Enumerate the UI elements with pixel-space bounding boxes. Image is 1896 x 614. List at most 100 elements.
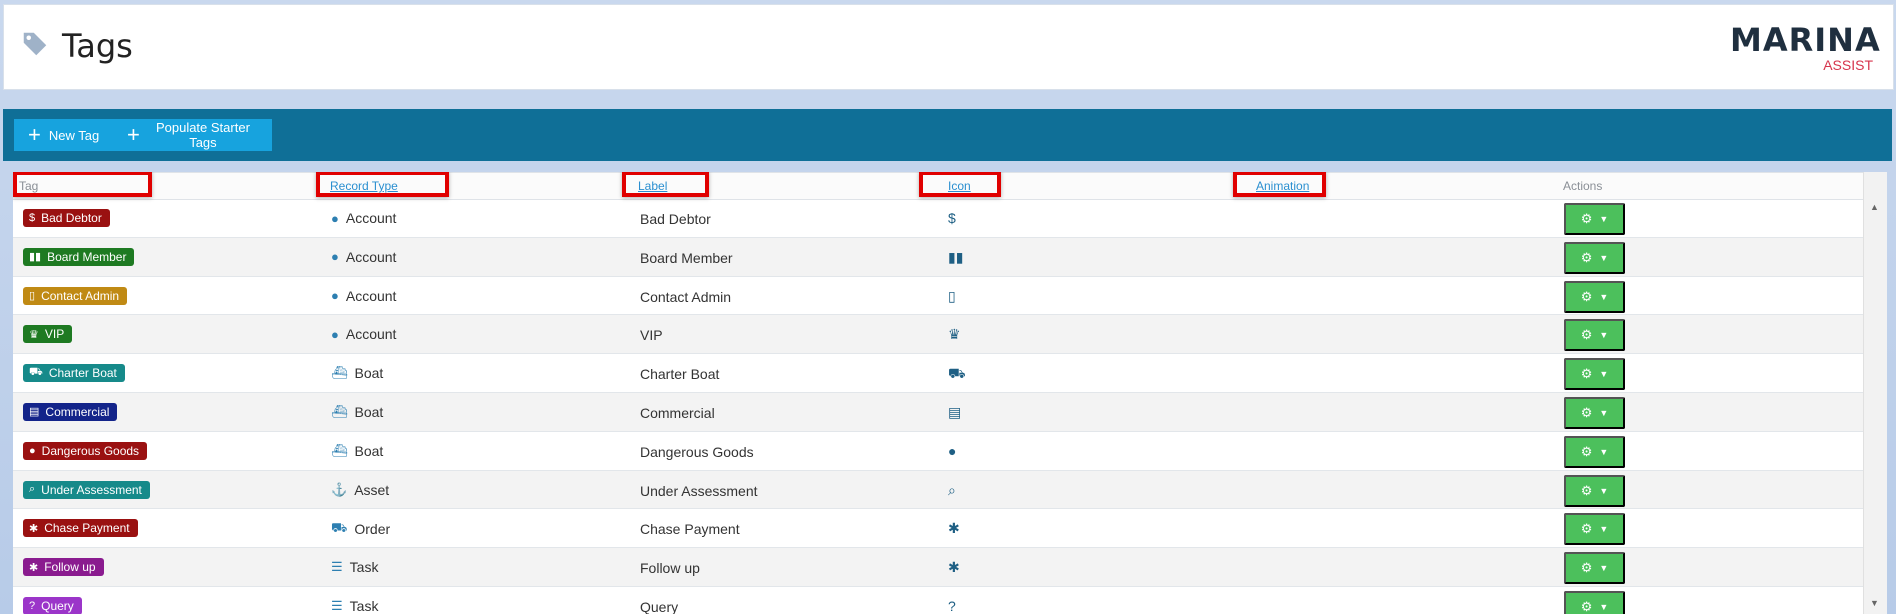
row-actions-button[interactable]: ⚙ ▼	[1564, 396, 1625, 429]
row-actions-button[interactable]: ⚙ ▼	[1564, 203, 1625, 235]
tag-badge: ✱ Chase Payment	[23, 519, 138, 538]
tag-badge-label: Query	[41, 598, 74, 613]
magnifier-icon: ⌕	[29, 483, 36, 496]
new-tag-button[interactable]: + New Tag	[14, 119, 114, 151]
label-cell: Commercial	[640, 404, 715, 421]
tag-badge: ▮▮ Board Member	[23, 247, 135, 266]
caret-down-icon: ▼	[1599, 563, 1609, 574]
toolbar: + New Tag + Populate Starter Tags	[3, 109, 1892, 161]
record-type-label: Account	[345, 210, 397, 226]
row-actions-button[interactable]: ⚙ ▼	[1564, 474, 1625, 507]
tag-badge: ▯ Contact Admin	[23, 286, 128, 305]
plus-icon: +	[127, 122, 140, 147]
record-type-label: Asset	[354, 481, 390, 498]
label-cell: Follow up	[640, 560, 700, 577]
record-type-cell: ● Account	[331, 288, 396, 304]
label-cell: Chase Payment	[640, 521, 740, 538]
tag-badge-label: Commercial	[45, 404, 110, 419]
warehouse-icon: ▤	[29, 406, 40, 419]
logo-main-text: MARINA	[1730, 21, 1881, 59]
running-icon: ✱	[29, 561, 39, 574]
record-type-cell: ● Account	[331, 326, 396, 342]
bomb-icon: ●	[29, 444, 36, 457]
gears-icon: ⚙	[1580, 560, 1593, 576]
record-type-label: Boat	[354, 442, 384, 459]
record-type-cell: ⛴ Boat	[331, 365, 383, 381]
crown-icon: ♛	[29, 328, 39, 341]
caret-down-icon: ▼	[1599, 407, 1609, 418]
record-type-cell: ☰ Task	[331, 559, 378, 575]
caret-down-icon: ▼	[1599, 601, 1609, 612]
row-actions-button[interactable]: ⚙ ▼	[1564, 590, 1625, 614]
tag-badge: ● Dangerous Goods	[23, 441, 148, 460]
page-header: Tags MARINA ASSIST	[3, 4, 1894, 90]
label-cell: Query	[640, 598, 679, 614]
record-type-label: Account	[345, 287, 397, 304]
tag-badge-label: Chase Payment	[44, 521, 130, 536]
highlight-box-label	[622, 172, 709, 197]
row-actions-button[interactable]: ⚙ ▼	[1564, 513, 1625, 546]
label-cell: VIP	[640, 327, 663, 344]
question-circle-icon: ?	[29, 599, 36, 612]
scroll-down-icon[interactable]: ▼	[1870, 598, 1879, 608]
caret-down-icon: ▼	[1599, 446, 1609, 457]
highlight-box-icon	[919, 172, 1001, 197]
gears-icon: ⚙	[1580, 288, 1593, 304]
table-row: ▤ Commercial ⛴ Boat Commercial ▤ ⚙ ▼	[13, 392, 1863, 432]
populate-label: Populate Starter Tags	[155, 120, 250, 150]
tag-badge-label: Under Assessment	[41, 482, 142, 497]
column-header-actions: Actions	[1563, 179, 1603, 193]
tag-badge: ⌕ Under Assessment	[23, 480, 150, 499]
label-cell: Board Member	[640, 249, 733, 266]
gears-icon: ⚙	[1580, 327, 1593, 343]
tag-badge-label: Contact Admin	[41, 288, 120, 303]
record-type-label: Boat	[354, 403, 384, 420]
caret-down-icon: ▼	[1599, 291, 1609, 302]
question-circle-icon: ?	[948, 597, 956, 614]
gears-icon: ⚙	[1580, 404, 1593, 420]
user-icon: ●	[331, 326, 339, 342]
record-type-label: Task	[349, 597, 379, 614]
row-actions-button[interactable]: ⚙ ▼	[1564, 280, 1625, 313]
row-actions-button[interactable]: ⚙ ▼	[1564, 552, 1625, 585]
vertical-scrollbar[interactable]: ▲ ▼	[1863, 172, 1887, 614]
phone-icon: ▯	[948, 287, 956, 304]
tag-badge-label: Follow up	[44, 560, 96, 575]
row-actions-button[interactable]: ⚙ ▼	[1564, 241, 1625, 274]
record-type-cell: ⚓ Asset	[331, 482, 389, 498]
row-actions-button[interactable]: ⚙ ▼	[1564, 319, 1625, 352]
tag-badge: ✱ Follow up	[23, 558, 104, 577]
hand-dollar-icon: $	[29, 212, 36, 224]
table-row: $ Bad Debtor ● Account Bad Debtor $ ⚙ ▼	[13, 199, 1863, 238]
record-type-label: Order	[354, 521, 391, 538]
page-title: Tags	[62, 27, 133, 65]
tag-badge: ? Query	[23, 596, 82, 614]
caret-down-icon: ▼	[1599, 252, 1609, 263]
cart-icon: ⛟	[331, 520, 348, 536]
gears-icon: ⚙	[1580, 598, 1593, 614]
gears-icon: ⚙	[1580, 249, 1593, 265]
tag-badge: ▤ Commercial	[23, 402, 118, 421]
truck-icon: ⛟	[29, 366, 43, 379]
warehouse-icon: ▤	[948, 403, 962, 420]
tag-badge: ⛟ Charter Boat	[23, 364, 125, 383]
tag-badge-label: Dangerous Goods	[41, 443, 140, 458]
row-actions-button[interactable]: ⚙ ▼	[1564, 435, 1625, 468]
gears-icon: ⚙	[1580, 366, 1593, 382]
table-row: ♛ VIP ● Account VIP ♛ ⚙ ▼	[13, 315, 1863, 355]
ship-icon: ⛴	[331, 365, 348, 381]
bomb-icon: ●	[948, 442, 957, 459]
scroll-up-icon[interactable]: ▲	[1870, 202, 1879, 212]
row-actions-button[interactable]: ⚙ ▼	[1564, 358, 1625, 391]
label-cell: Contact Admin	[640, 288, 732, 305]
label-cell: Under Assessment	[640, 482, 758, 499]
highlight-box-animation	[1233, 172, 1326, 197]
running-icon: ✱	[948, 559, 960, 576]
plus-icon: +	[28, 122, 41, 147]
caret-down-icon: ▼	[1599, 369, 1609, 380]
caret-down-icon: ▼	[1599, 214, 1609, 224]
user-icon: ●	[331, 249, 339, 265]
table-row: ✱ Follow up ☰ Task Follow up ✱ ⚙ ▼	[13, 548, 1863, 587]
populate-starter-tags-button[interactable]: + Populate Starter Tags	[113, 119, 272, 151]
record-type-label: Boat	[354, 365, 384, 382]
